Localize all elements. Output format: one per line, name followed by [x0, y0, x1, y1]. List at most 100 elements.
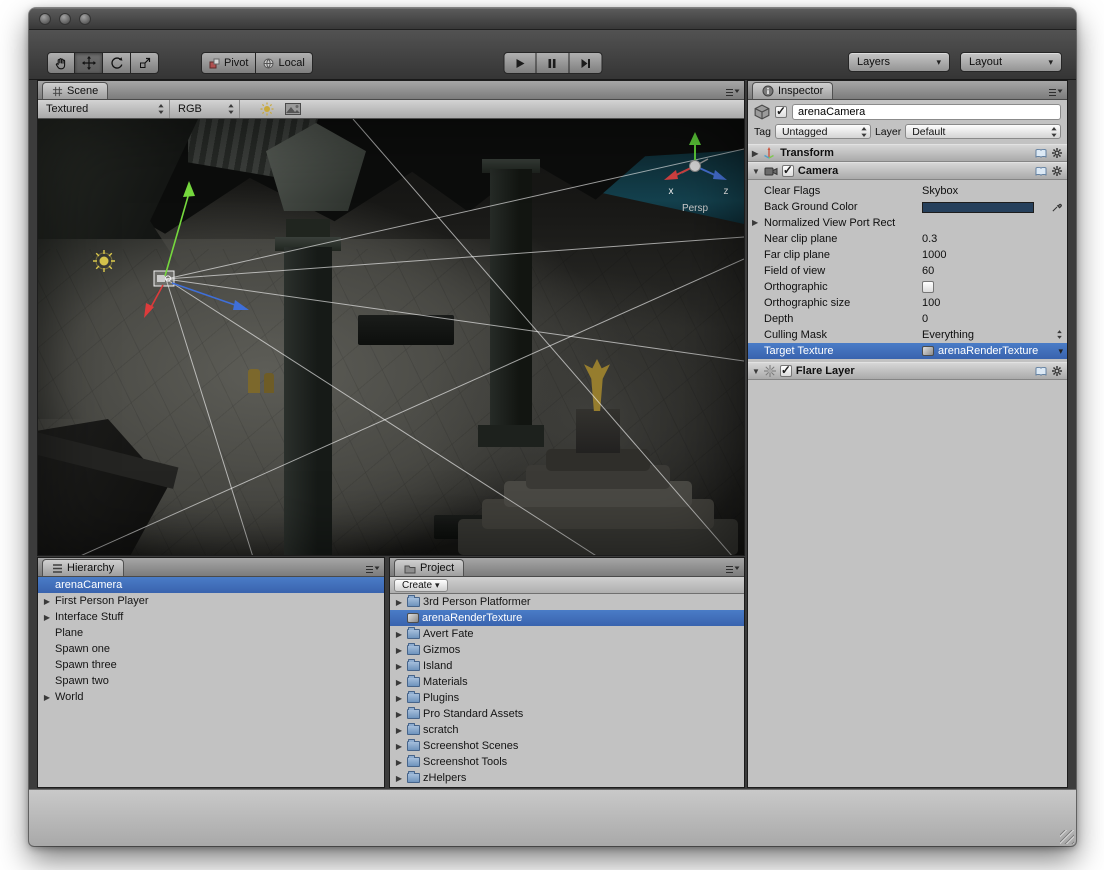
layer-dropdown[interactable]: Default	[905, 124, 1061, 139]
hierarchy-item[interactable]: World	[38, 689, 384, 705]
popup-arrows-icon	[227, 103, 235, 115]
hand-tool-button[interactable]	[47, 52, 75, 74]
scene-lighting-toggle[interactable]	[254, 100, 280, 118]
project-item[interactable]: zHelpers	[390, 770, 744, 786]
help-book-icon[interactable]	[1035, 148, 1047, 159]
tab-project[interactable]: Project	[394, 559, 464, 576]
depth-field[interactable]: 0	[922, 313, 1061, 325]
transform-component-header[interactable]: Transform	[748, 144, 1067, 162]
tab-scene[interactable]: Scene	[42, 82, 108, 99]
project-item[interactable]: Plugins	[390, 690, 744, 706]
gear-icon[interactable]	[1051, 147, 1063, 159]
foldout-icon[interactable]	[394, 740, 404, 752]
property-label: Back Ground Color	[764, 201, 858, 213]
rotate-tool-button[interactable]	[103, 52, 131, 74]
foldout-icon[interactable]	[752, 365, 760, 377]
gameobject-active-checkbox[interactable]	[775, 106, 787, 118]
camera-component-header[interactable]: Camera	[748, 162, 1067, 180]
color-mode-dropdown[interactable]: RGB	[170, 100, 240, 118]
flare-layer-component-header[interactable]: Flare Layer	[748, 362, 1067, 380]
tab-hierarchy[interactable]: Hierarchy	[42, 559, 124, 576]
property-row-target-texture[interactable]: Target Texture arenaRenderTexture	[748, 343, 1067, 359]
project-item[interactable]: Pro Standard Assets	[390, 706, 744, 722]
minimize-window-icon[interactable]	[59, 13, 71, 25]
foldout-icon[interactable]	[394, 692, 404, 704]
target-texture-object-field[interactable]: arenaRenderTexture	[922, 345, 1061, 357]
scale-tool-button[interactable]	[131, 52, 159, 74]
pivot-button[interactable]: Pivot	[201, 52, 256, 74]
foldout-icon[interactable]	[752, 165, 760, 177]
foldout-icon[interactable]	[394, 772, 404, 784]
hierarchy-item[interactable]: Spawn three	[38, 657, 384, 673]
hierarchy-item[interactable]: Interface Stuff	[38, 609, 384, 625]
pause-button[interactable]	[536, 52, 569, 74]
property-label: Far clip plane	[764, 249, 830, 261]
camera-enabled-checkbox[interactable]	[782, 165, 794, 177]
layers-dropdown[interactable]: Layers	[848, 52, 950, 72]
layout-dropdown[interactable]: Layout	[960, 52, 1062, 72]
orthographic-size-field[interactable]: 100	[922, 297, 1061, 309]
object-picker-icon[interactable]	[1058, 345, 1063, 357]
foldout-icon[interactable]	[394, 644, 404, 656]
tab-inspector[interactable]: Inspector	[752, 82, 833, 99]
close-window-icon[interactable]	[39, 13, 51, 25]
resize-grip[interactable]	[1060, 830, 1074, 844]
project-item[interactable]: Gizmos	[390, 642, 744, 658]
foldout-icon[interactable]	[394, 724, 404, 736]
local-button[interactable]: Local	[256, 52, 312, 74]
step-button[interactable]	[569, 52, 602, 74]
project-item[interactable]: arenaRenderTexture	[390, 610, 744, 626]
hierarchy-item[interactable]: Plane	[38, 625, 384, 641]
project-item[interactable]: Island	[390, 658, 744, 674]
scene-overlay-toggle[interactable]	[280, 100, 306, 118]
scene-viewport[interactable]: x z Persp	[38, 119, 744, 555]
foldout-icon[interactable]	[394, 708, 404, 720]
project-item[interactable]: Screenshot Scenes	[390, 738, 744, 754]
orthographic-checkbox[interactable]	[922, 281, 934, 293]
hierarchy-item[interactable]: Spawn one	[38, 641, 384, 657]
scene-pillar	[490, 169, 532, 431]
hierarchy-item[interactable]: Spawn two	[38, 673, 384, 689]
move-tool-button[interactable]	[75, 52, 103, 74]
project-item[interactable]: Screenshot Tools	[390, 754, 744, 770]
color-swatch[interactable]	[922, 202, 1034, 213]
foldout-icon[interactable]	[752, 216, 758, 228]
window-titlebar[interactable]	[29, 8, 1076, 30]
project-item[interactable]: scratch	[390, 722, 744, 738]
hierarchy-item[interactable]: arenaCamera	[38, 577, 384, 593]
far-clip-field[interactable]: 1000	[922, 249, 1061, 261]
foldout-icon[interactable]	[394, 596, 404, 608]
foldout-icon[interactable]	[394, 756, 404, 768]
project-item[interactable]: Materials	[390, 674, 744, 690]
flare-layer-enabled-checkbox[interactable]	[780, 365, 792, 377]
tag-dropdown[interactable]: Untagged	[775, 124, 871, 139]
eyedropper-icon[interactable]	[1051, 201, 1063, 216]
field-of-view-field[interactable]: 60	[922, 265, 1061, 277]
project-item[interactable]: Avert Fate	[390, 626, 744, 642]
property-row-clear-flags: Clear Flags Skybox	[748, 183, 1067, 199]
culling-mask-dropdown[interactable]: Everything	[922, 329, 1061, 341]
create-button[interactable]: Create	[394, 579, 448, 592]
help-book-icon[interactable]	[1035, 366, 1047, 377]
project-item[interactable]: 3rd Person Platformer	[390, 594, 744, 610]
gear-icon[interactable]	[1051, 365, 1063, 377]
foldout-icon[interactable]	[42, 691, 52, 703]
help-book-icon[interactable]	[1035, 166, 1047, 177]
foldout-icon[interactable]	[394, 628, 404, 640]
gameobject-name-field[interactable]	[792, 104, 1061, 120]
near-clip-field[interactable]: 0.3	[922, 233, 1061, 245]
play-button[interactable]	[503, 52, 536, 74]
hierarchy-item[interactable]: First Person Player	[38, 593, 384, 609]
foldout-icon[interactable]	[394, 660, 404, 672]
zoom-window-icon[interactable]	[79, 13, 91, 25]
draw-mode-dropdown[interactable]: Textured	[38, 100, 170, 118]
image-icon	[285, 103, 301, 115]
foldout-icon[interactable]	[42, 611, 52, 623]
chevron-down-icon	[936, 56, 941, 68]
property-row-depth: Depth 0	[748, 311, 1067, 327]
gear-icon[interactable]	[1051, 165, 1063, 177]
foldout-icon[interactable]	[394, 676, 404, 688]
clear-flags-dropdown[interactable]: Skybox	[922, 185, 1061, 197]
foldout-icon[interactable]	[42, 595, 52, 607]
foldout-icon[interactable]	[752, 147, 758, 159]
